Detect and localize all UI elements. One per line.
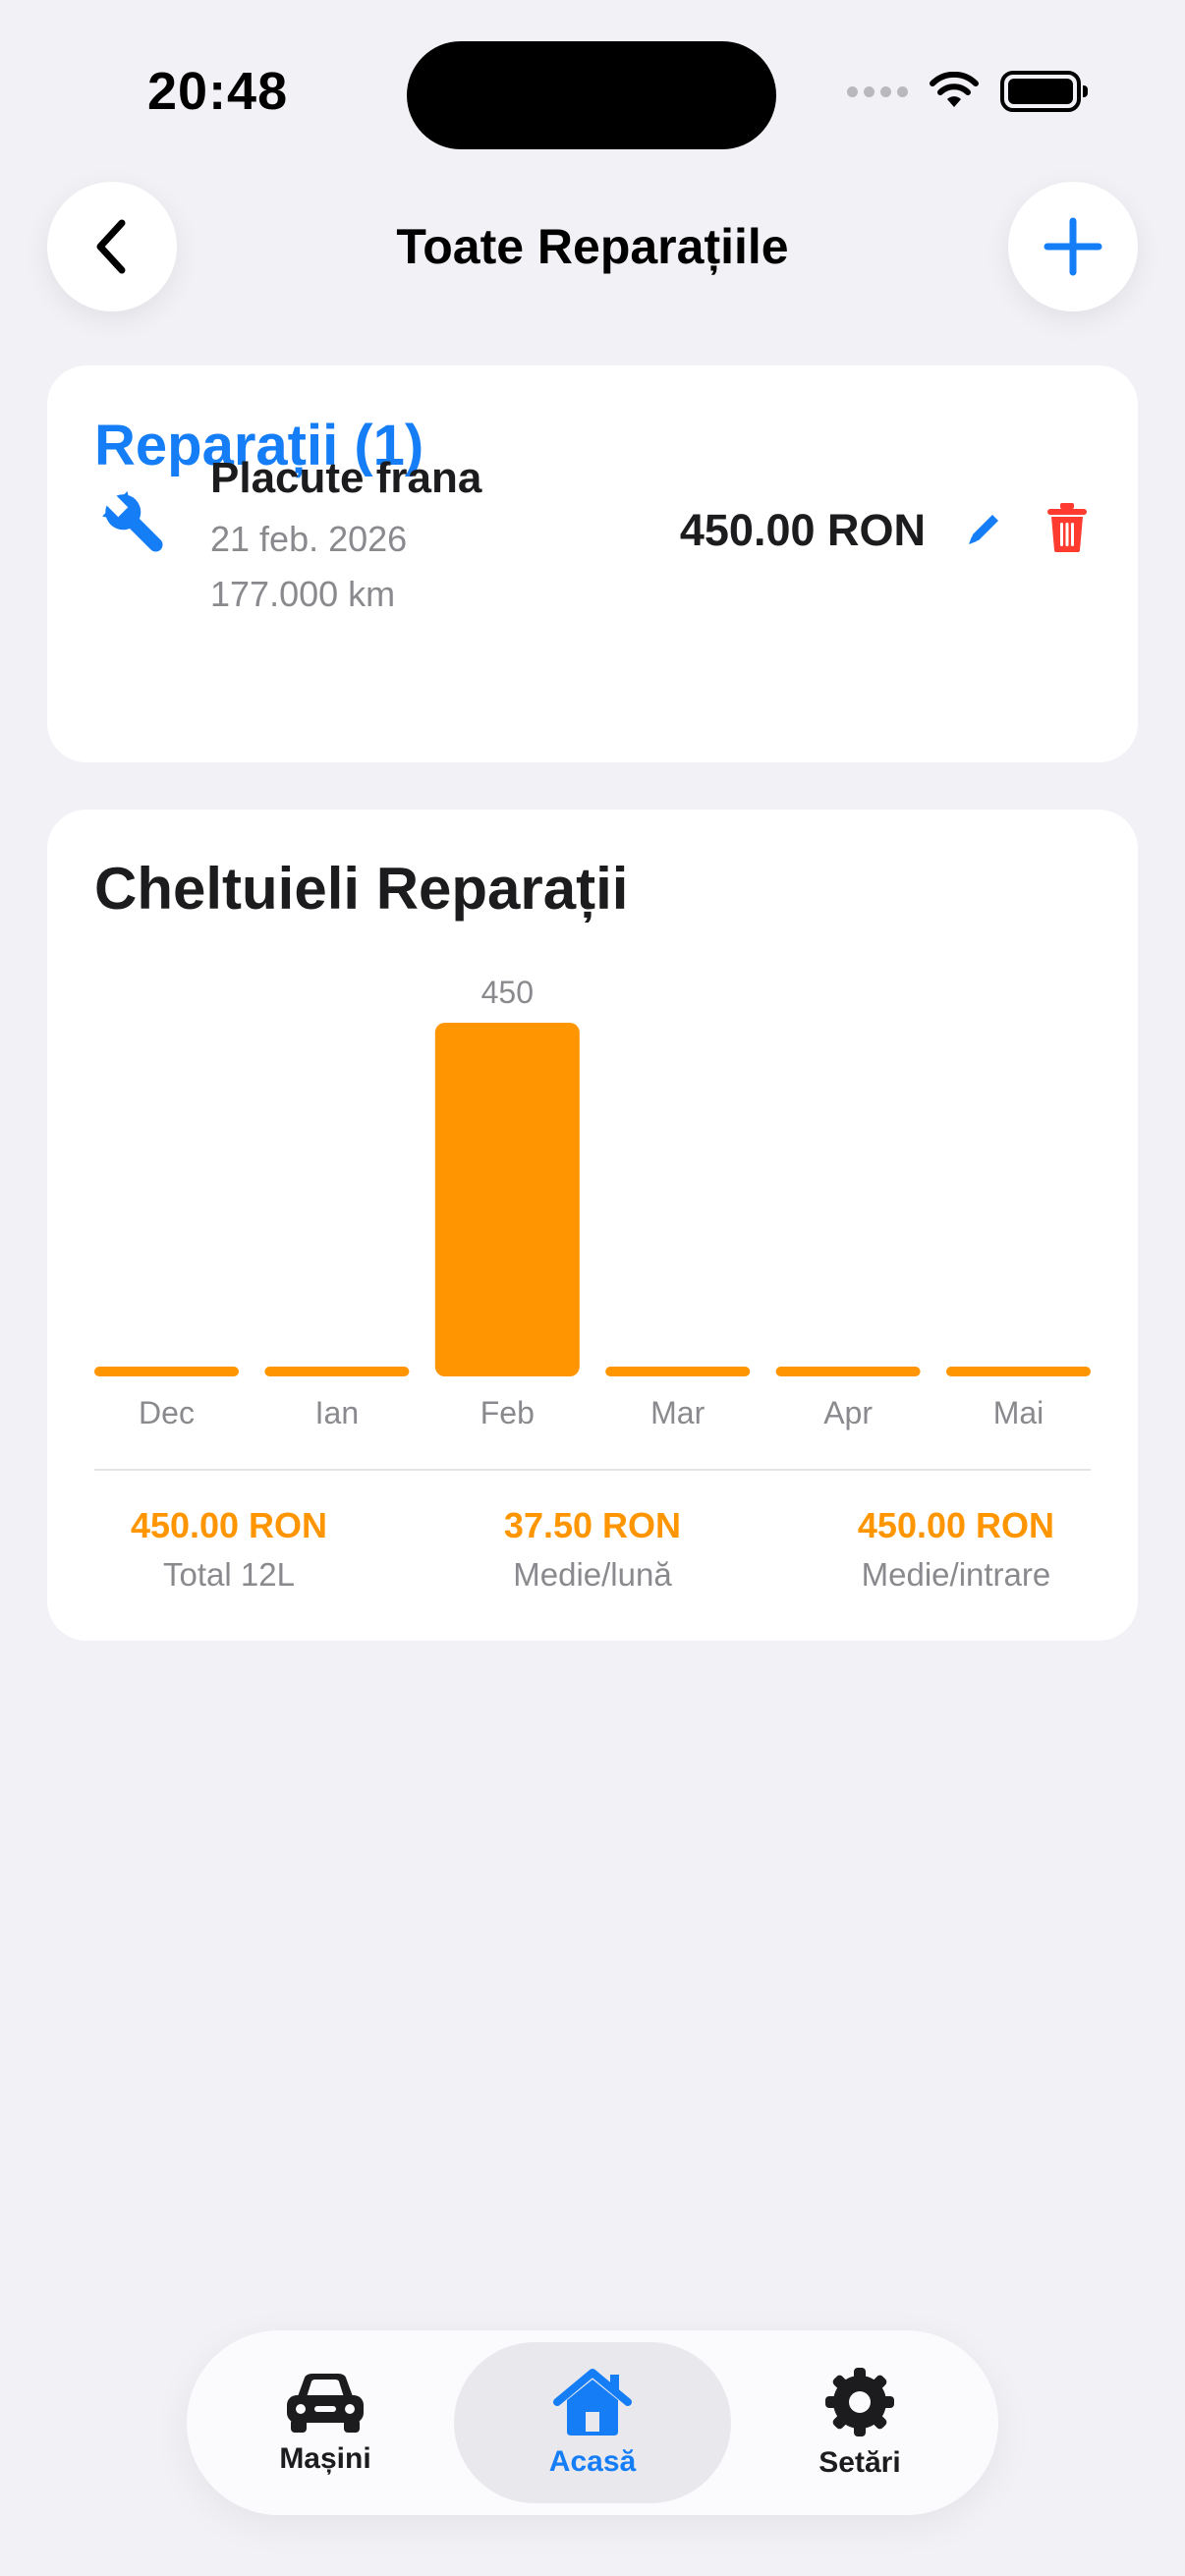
- stat-entry-average: 450.00 RON Medie/intrare: [774, 1505, 1138, 1594]
- repair-costs-chart-card: Cheltuieli Reparații Dec Ian Feb 450 Mar Apr M…: [47, 810, 1138, 1641]
- status-icons: [847, 71, 1088, 112]
- stat-total: 450.00 RON Total 12L: [47, 1505, 411, 1594]
- trash-icon[interactable]: [1045, 501, 1089, 554]
- repair-mileage: 177.000 km: [210, 574, 396, 614]
- stat-monthly-average-value: 37.50 RON: [503, 1505, 682, 1545]
- chart-divider: [94, 1469, 1091, 1471]
- gear-icon: [825, 2368, 894, 2436]
- wifi-icon: [930, 72, 979, 107]
- repair-date: 21 feb. 2026: [210, 519, 408, 559]
- tab-home[interactable]: Acasă: [454, 2342, 731, 2503]
- stat-entry-average-value: 450.00 RON: [857, 1505, 1055, 1545]
- signal-icon: [847, 85, 908, 97]
- add-repair-button[interactable]: [1008, 182, 1138, 311]
- chart-bar-dec: [94, 1367, 239, 1376]
- pencil-icon[interactable]: [963, 507, 1006, 550]
- repairs-card: Reparații (1) Placute frana 21 feb. 2026…: [47, 365, 1138, 762]
- tab-settings[interactable]: Setări: [721, 2342, 998, 2503]
- chart-tick-label: Feb: [480, 1395, 535, 1430]
- tab-settings-label: Setări: [818, 2446, 901, 2479]
- tab-bar: Mașini Acasă Setări: [187, 2330, 998, 2515]
- chart-title: Cheltuieli Reparații: [94, 856, 629, 922]
- stat-monthly-average-label: Medie/lună: [513, 1556, 672, 1593]
- stat-entry-average-label: Medie/intrare: [861, 1556, 1051, 1593]
- stat-monthly-average: 37.50 RON Medie/lună: [411, 1505, 774, 1594]
- tab-home-label: Acasă: [548, 2445, 637, 2478]
- repair-name: Placute frana: [210, 454, 482, 502]
- chart-data-label: 450: [481, 975, 534, 1010]
- wrench-icon: [102, 491, 163, 552]
- chart-tick-label: Mar: [650, 1395, 705, 1430]
- chart-bar-mai: [946, 1367, 1091, 1376]
- dynamic-island: [407, 41, 776, 149]
- chart-bar-ian: [264, 1367, 410, 1376]
- status-time: 20:48: [147, 62, 289, 121]
- stat-total-value: 450.00 RON: [130, 1505, 328, 1545]
- bar-chart: Dec Ian Feb 450 Mar Apr Mai: [94, 967, 1091, 1430]
- chart-bar-mar: [605, 1367, 751, 1376]
- house-icon: [553, 2369, 632, 2436]
- chart-tick-label: Mai: [993, 1395, 1044, 1430]
- plus-icon: [1044, 217, 1102, 276]
- tab-cars-label: Mașini: [279, 2442, 371, 2475]
- repair-price: 450.00 RON: [679, 505, 926, 555]
- battery-icon: [1000, 71, 1088, 112]
- chart-bar-apr: [775, 1367, 921, 1376]
- chart-bar-feb: [434, 1023, 580, 1376]
- chart-stats: 450.00 RON Total 12L 37.50 RON Medie/lun…: [47, 1505, 1138, 1594]
- chart-svg: Dec Ian Feb 450 Mar Apr Mai: [94, 975, 1091, 1430]
- car-icon: [287, 2374, 364, 2433]
- stat-total-label: Total 12L: [163, 1556, 295, 1593]
- chart-tick-label: Dec: [139, 1395, 195, 1430]
- chart-tick-label: Ian: [315, 1395, 359, 1430]
- chart-tick-label: Apr: [823, 1395, 873, 1430]
- tab-cars[interactable]: Mașini: [187, 2342, 464, 2503]
